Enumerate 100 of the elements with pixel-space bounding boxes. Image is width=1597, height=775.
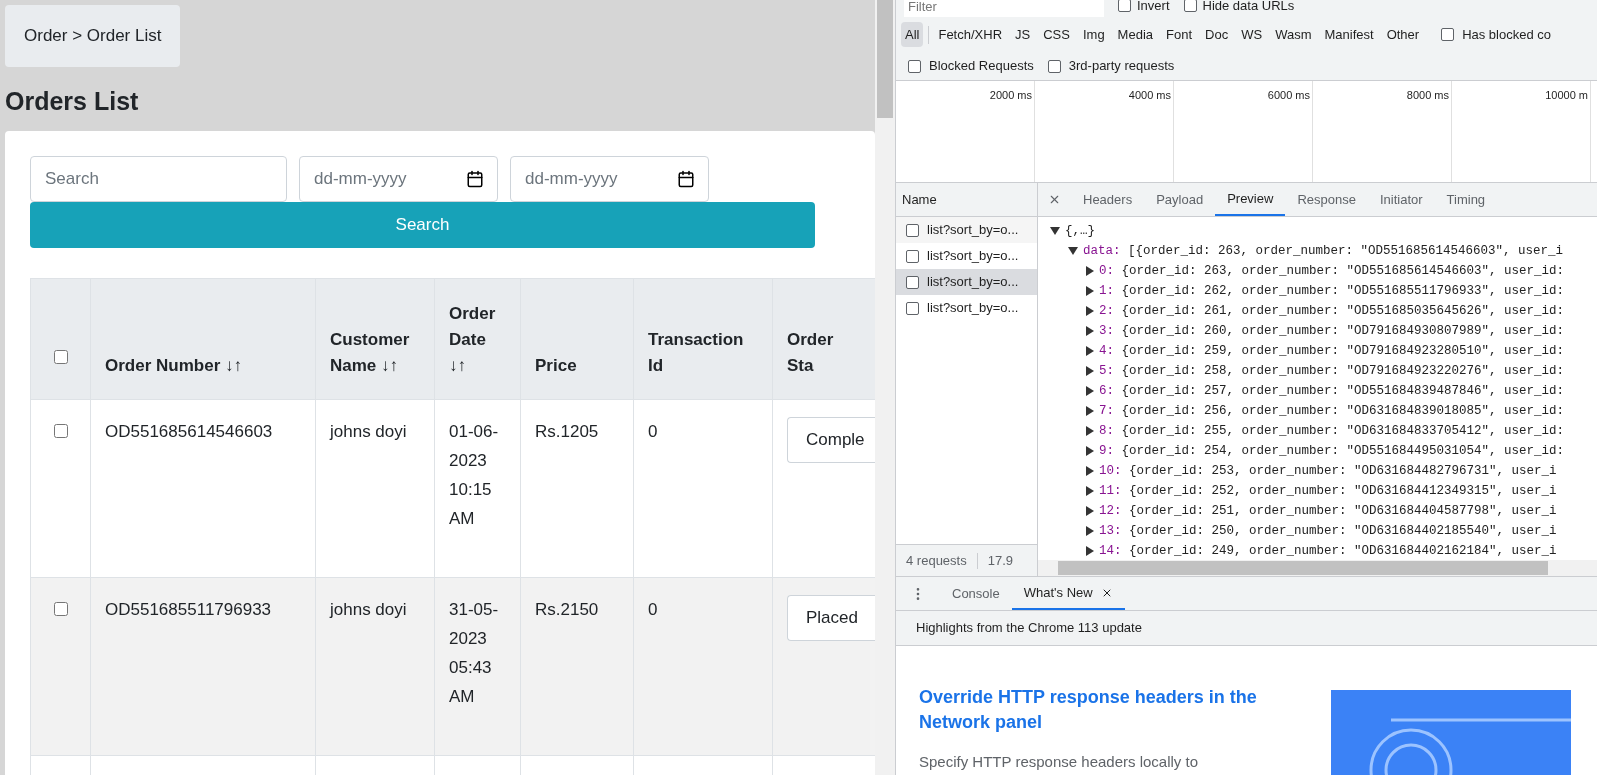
article-text: Specify HTTP response headers locally to [919,752,1200,772]
json-tree-line: 6: {order_id: 257, order_number: "OD551684839487846", user_id: [1099,382,1565,400]
name-column-header: Name [902,190,937,209]
article-title[interactable]: Override HTTP response headers in the Network panel [919,685,1286,735]
json-tree-line: 12: {order_id: 251, order_number: "OD631684404587798", user_i [1099,502,1557,520]
table-cell: 01-06-2023 10:15 AM [434,399,521,578]
calendar-icon[interactable] [677,170,695,188]
json-tree-line: 1: {order_id: 262, order_number: "OD551685511796933", user_id: [1099,282,1565,300]
json-tree-line: 3: {order_id: 260, order_number: "OD791684930807989", user_id: [1099,322,1565,340]
json-tree-line: 10: {order_id: 253, order_number: "OD631684482796731", user_i [1099,462,1557,480]
scrollbar[interactable] [875,0,895,775]
expand-arrow-icon[interactable] [1086,486,1094,496]
expand-arrow-icon[interactable] [1050,227,1060,235]
column-header[interactable]: Order Date ↓↑ [434,278,521,400]
timeline-tick-label: 6000 ms [1267,88,1310,101]
table-cell: 0 [633,399,773,578]
json-tree-line: 4: {order_id: 259, order_number: "OD791684923280510", user_id: [1099,342,1565,360]
expand-arrow-icon[interactable] [1086,286,1094,296]
detail-tab[interactable]: Preview [1215,183,1286,216]
expand-arrow-icon[interactable] [1086,326,1094,336]
type-filter-chip[interactable]: CSS [1039,21,1074,48]
status-select[interactable]: Comple [787,417,875,463]
detail-tab[interactable]: Initiator [1367,183,1435,216]
type-filter-chip[interactable]: Fetch/XHR [934,21,1007,48]
expand-arrow-icon[interactable] [1086,366,1094,376]
checkbox-label: Invert [1137,0,1170,15]
checkbox[interactable] [1118,0,1131,12]
type-filter-chip[interactable]: Img [1078,21,1109,48]
type-filter-chip[interactable]: Media [1113,21,1158,48]
drawer-tab[interactable]: What's New [1011,577,1125,610]
table-cell: Rs.2150 [520,577,634,756]
expand-arrow-icon[interactable] [1086,406,1094,416]
expand-arrow-icon[interactable] [1086,506,1094,516]
expand-arrow-icon[interactable] [1086,346,1094,356]
timeline-tick-label: 8000 ms [1406,88,1449,101]
filter-field[interactable]: Filter [904,0,1104,17]
table-cell: 31-05-2023 05:43 AM [434,577,521,756]
type-filter-chip[interactable]: Font [1162,21,1197,48]
expand-arrow-icon[interactable] [1086,386,1094,396]
column-header[interactable]: Customer Name ↓↑ [315,278,435,400]
horizontal-scrollbar[interactable] [1038,560,1597,576]
highlights-text: Highlights from the Chrome 113 update [916,619,1142,638]
search-field[interactable]: Search [30,156,287,202]
detail-tab[interactable]: Payload [1144,183,1216,216]
json-tree-line: 9: {order_id: 254, order_number: "OD551684495031054", user_id: [1099,442,1565,460]
json-tree-line: 8: {order_id: 255, order_number: "OD631684833705412", user_id: [1099,422,1565,440]
checkbox-label: 3rd-party requests [1068,57,1175,76]
expand-arrow-icon[interactable] [1086,266,1094,276]
checkbox[interactable] [1047,59,1061,73]
type-filter-chip[interactable]: Doc [1201,21,1233,48]
type-filter-chip[interactable]: Manifest [1320,21,1378,48]
request-row[interactable]: list?sort_by=o... [896,217,1037,243]
json-tree-line: {,…} [1065,222,1095,240]
column-header[interactable]: Transaction Id [633,278,773,400]
checkbox[interactable] [908,59,921,73]
json-tree-line: 5: {order_id: 258, order_number: "OD791684923220276", user_id: [1099,362,1565,380]
column-header[interactable]: Price [520,278,634,400]
type-filter-chip[interactable]: WS [1237,21,1267,48]
detail-tab[interactable]: Response [1285,183,1368,216]
expand-arrow-icon[interactable] [1086,306,1094,316]
expand-arrow-icon[interactable] [1086,446,1094,456]
expand-arrow-icon[interactable] [1068,247,1078,255]
status-select[interactable]: Placed [787,595,875,641]
request-count: 4 requests [906,551,967,570]
json-tree-line: 2: {order_id: 261, order_number: "OD551685035645626", user_id: [1099,302,1565,320]
checkbox[interactable] [1441,28,1455,41]
date-field[interactable]: dd-mm-yyyy [510,156,709,202]
row-checkbox[interactable] [53,602,68,616]
select-all-checkbox[interactable] [53,349,68,364]
json-tree-line: data: [{order_id: 263, order_number: "OD551685614546603", user_i [1083,242,1564,260]
calendar-icon[interactable] [466,170,484,188]
timeline-tick-label: 2000 ms [989,88,1032,101]
timeline-tick-label: 4000 ms [1128,88,1171,101]
table-cell: johns doyi [315,577,435,756]
type-filter-chip[interactable]: Other [1382,21,1424,48]
json-tree-line: 13: {order_id: 250, order_number: "OD631684402185540", user_i [1099,522,1557,540]
column-header[interactable]: Order Number ↓↑ [90,278,316,400]
type-filter-chip[interactable]: JS [1011,21,1035,48]
checkbox[interactable] [1183,0,1197,12]
json-tree-line: 7: {order_id: 256, order_number: "OD631684839018085", user_id: [1099,402,1565,420]
table-cell: 0 [633,577,773,756]
drawer-tab[interactable]: Console [940,577,1012,610]
transfer-size: 17.9 [987,551,1013,570]
json-tree-line: 0: {order_id: 263, order_number: "OD551685614546603", user_id: [1099,262,1565,280]
table-cell: OD551685511796933 [90,577,316,756]
row-checkbox[interactable] [53,424,68,438]
checkbox-label: Hide data URLs [1202,0,1295,15]
table-cell: Rs.1205 [520,399,634,578]
expand-arrow-icon[interactable] [1086,466,1094,476]
detail-tab[interactable]: Headers [1071,183,1145,216]
expand-arrow-icon[interactable] [1086,526,1094,536]
checkbox-label: Has blocked co [1462,25,1552,44]
detail-tab[interactable]: Timing [1434,183,1498,216]
request-row[interactable]: list?sort_by=o... [896,269,1037,295]
type-filter-chip[interactable]: Wasm [1271,21,1316,48]
expand-arrow-icon[interactable] [1086,426,1094,436]
type-filter-chip[interactable]: All [901,21,924,48]
json-tree-line: 14: {order_id: 249, order_number: "OD631684402162184", user_i [1099,542,1557,560]
breadcrumb: Order > Order List [5,5,181,67]
date-field[interactable]: dd-mm-yyyy [299,156,498,202]
